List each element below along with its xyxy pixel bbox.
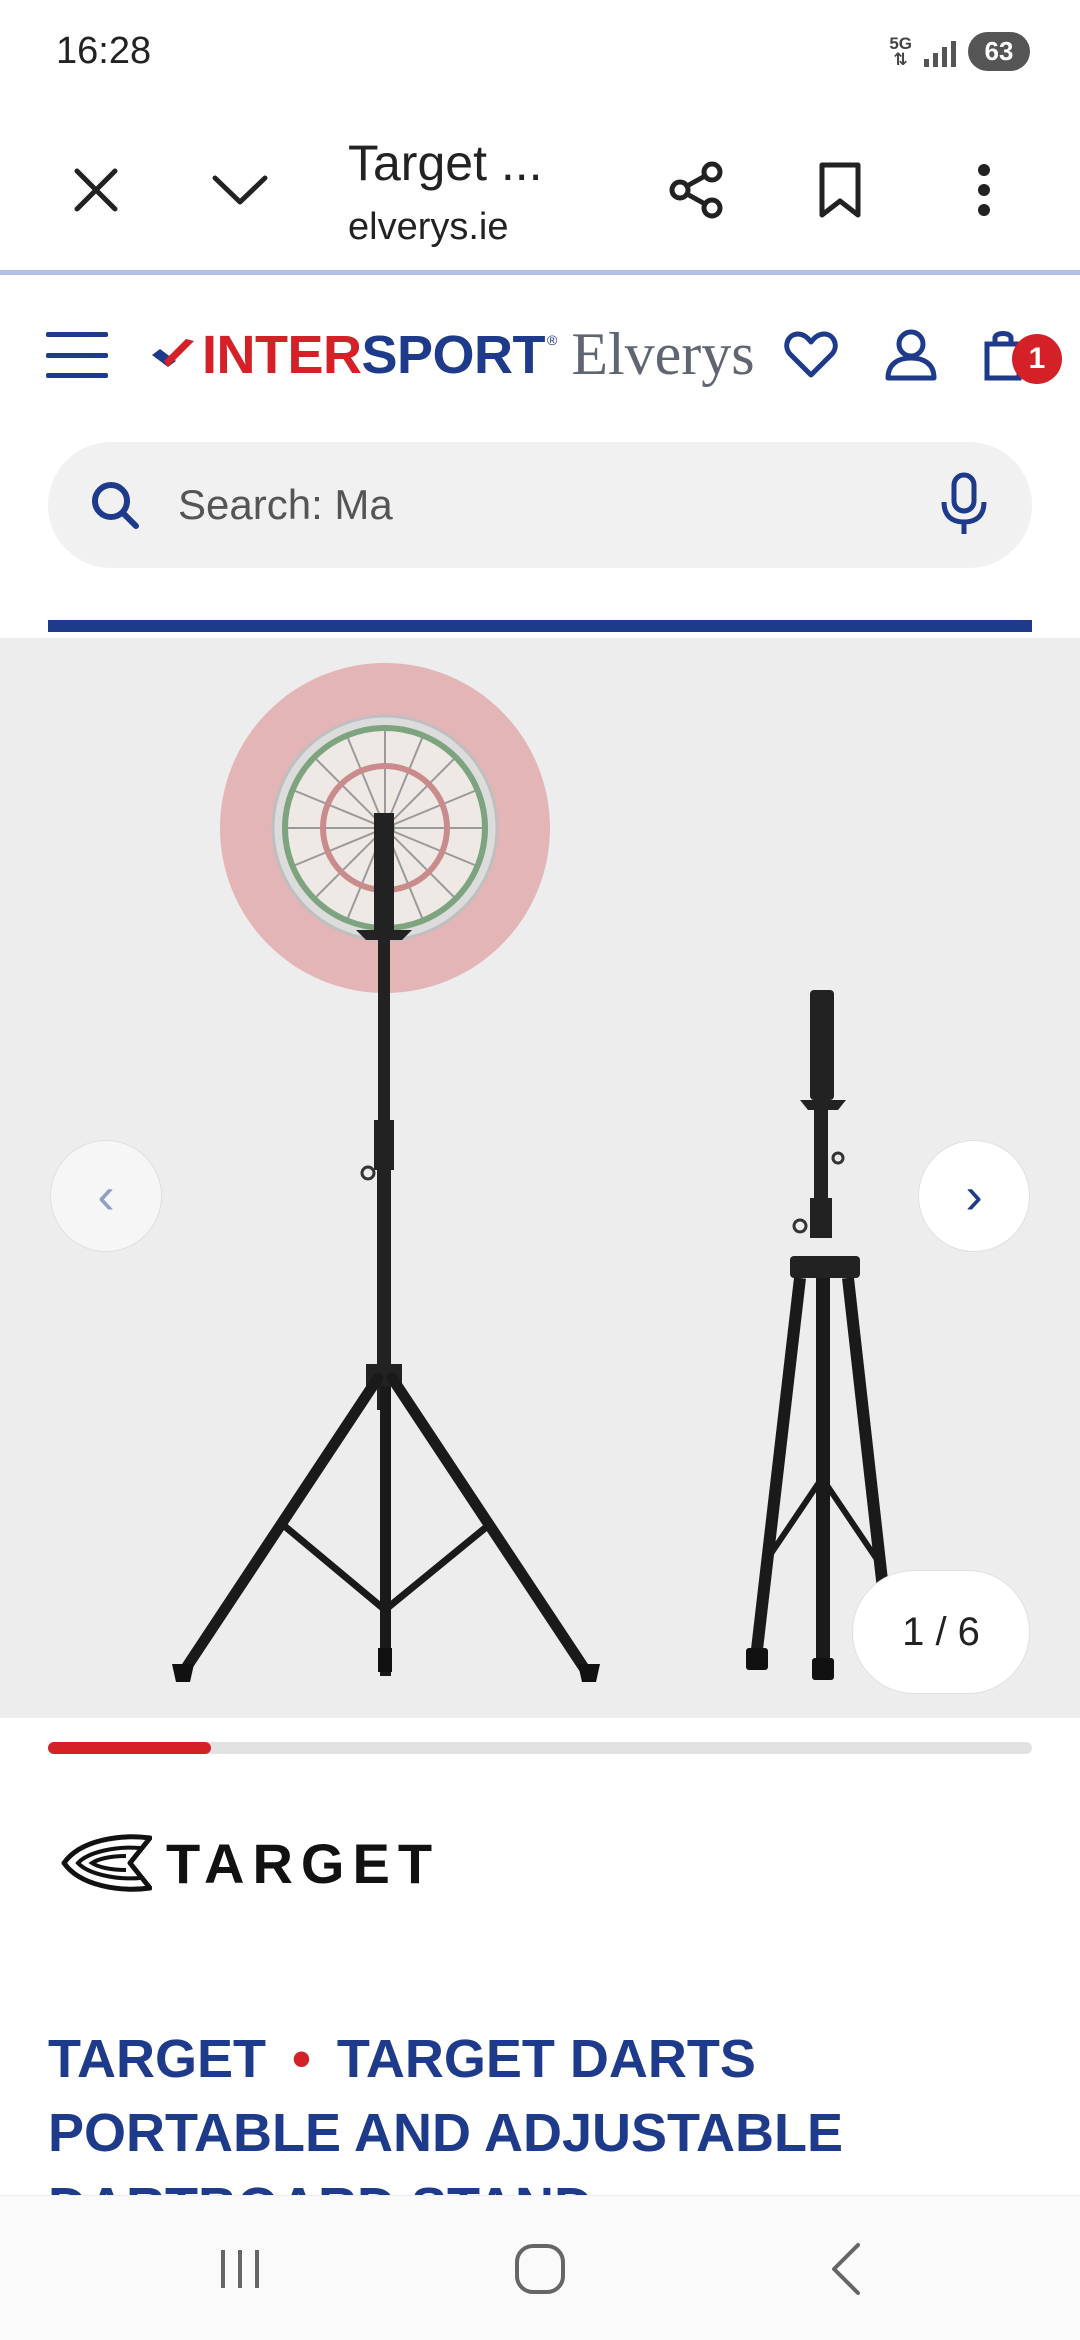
logo-reg: ®: [547, 332, 558, 348]
site-header: INTER SPORT ® Elverys 1: [0, 290, 1080, 420]
browser-divider: [0, 270, 1080, 275]
intersport-mark-icon: [152, 338, 194, 367]
recent-apps-icon[interactable]: [200, 2234, 280, 2304]
back-icon[interactable]: [806, 2234, 886, 2304]
status-bar: 16:28 5G ⇅ 63: [0, 0, 1080, 110]
cart-bag-icon[interactable]: 1: [978, 320, 1068, 390]
header-rule: [48, 620, 1032, 632]
close-icon[interactable]: [50, 144, 142, 236]
dartboard-stand-image: [172, 663, 890, 1682]
site-logo[interactable]: INTER SPORT ® Elverys: [150, 320, 755, 389]
menu-icon[interactable]: [46, 332, 108, 378]
status-time: 16:28: [56, 30, 152, 72]
logo-sport: SPORT: [361, 324, 546, 385]
tab-title[interactable]: Target ...: [348, 134, 543, 192]
logo-elverys: Elverys: [571, 321, 755, 387]
target-brand-mark-icon: [61, 1834, 152, 1892]
home-icon[interactable]: [500, 2234, 580, 2304]
wishlist-heart-icon[interactable]: [776, 320, 846, 390]
title-separator: •: [291, 2029, 311, 2089]
battery-icon: 63: [968, 32, 1030, 71]
search-icon[interactable]: [90, 480, 140, 530]
chevron-down-icon[interactable]: [194, 144, 286, 236]
gallery-counter: 1 / 6: [852, 1570, 1030, 1694]
product-brand[interactable]: TARGET: [48, 2029, 266, 2089]
account-user-icon[interactable]: [876, 320, 946, 390]
search-bar: [48, 442, 1032, 568]
microphone-icon[interactable]: [934, 472, 994, 538]
tab-url[interactable]: elverys.ie: [348, 206, 509, 249]
gallery-prev-button[interactable]: ‹: [50, 1140, 162, 1252]
browser-toolbar: Target ... elverys.ie: [0, 110, 1080, 270]
brand-logo[interactable]: TARGET: [60, 1830, 440, 1896]
brand-logo-text: TARGET: [166, 1831, 441, 1895]
gallery-next-button[interactable]: ›: [918, 1140, 1030, 1252]
gallery-progress-fill: [48, 1742, 212, 1754]
system-nav-bar: [0, 2195, 1080, 2340]
product-gallery[interactable]: ‹ › 1 / 6: [0, 638, 1080, 1718]
cart-count-badge: 1: [1012, 334, 1062, 384]
signal-icon: [924, 37, 956, 67]
search-input[interactable]: [178, 472, 938, 538]
logo-inter: INTER: [202, 324, 362, 385]
network-icon: 5G ⇅: [889, 33, 912, 69]
status-icons: 5G ⇅ 63: [889, 32, 1030, 71]
more-vert-icon[interactable]: [938, 144, 1030, 236]
bookmark-icon[interactable]: [794, 144, 886, 236]
gallery-progress: [48, 1742, 1032, 1754]
share-icon[interactable]: [650, 144, 742, 236]
